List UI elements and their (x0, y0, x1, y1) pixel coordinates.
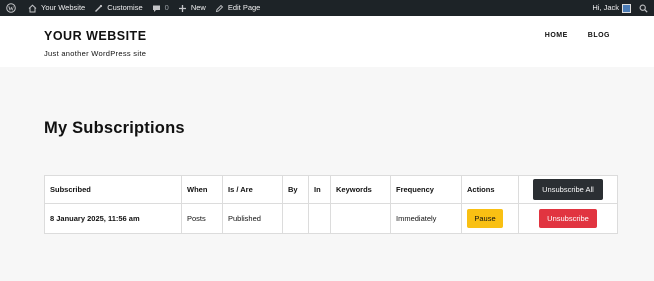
comment-icon (152, 5, 160, 12)
search-icon (639, 4, 648, 13)
new-content-link[interactable]: New (178, 0, 206, 16)
customise-link[interactable]: Customise (94, 0, 143, 16)
site-name-link[interactable]: Your Website (28, 0, 85, 16)
comments-link[interactable]: 0 (152, 0, 169, 16)
nav-item-blog[interactable]: BLOG (588, 32, 610, 39)
cell-frequency: Immediately (390, 203, 462, 234)
nav-item-home[interactable]: HOME (545, 32, 568, 39)
home-icon (28, 4, 37, 12)
unsubscribe-button[interactable]: Unsubscribe (539, 209, 597, 228)
header-unsubscribe-all-cell: Unsubscribe All (518, 175, 618, 204)
svg-text:W: W (8, 6, 14, 12)
wordpress-icon: W (6, 3, 16, 13)
pencil-icon (215, 4, 223, 12)
cell-in (308, 203, 331, 234)
avatar (622, 3, 631, 13)
cell-is-are: Published (222, 203, 283, 234)
site-title[interactable]: YOUR WEBSITE (44, 29, 147, 43)
cell-keywords (330, 203, 391, 234)
cell-when: Posts (181, 203, 223, 234)
plus-icon (178, 4, 186, 12)
header-subscribed: Subscribed (44, 175, 182, 204)
cell-subscribed: 8 January 2025, 11:56 am (44, 203, 182, 234)
wordpress-logo-menu[interactable]: W (6, 3, 20, 13)
edit-page-label: Edit Page (227, 3, 261, 12)
primary-nav: HOME BLOG (525, 32, 610, 39)
header-by: By (282, 175, 309, 204)
header-keywords: Keywords (330, 175, 391, 204)
unsubscribe-all-button[interactable]: Unsubscribe All (533, 179, 603, 200)
new-label: New (190, 3, 206, 12)
cell-by (282, 203, 309, 234)
cell-actions: Pause (461, 203, 519, 234)
comments-count: 0 (164, 3, 169, 12)
customise-label: Customise (107, 3, 143, 12)
page-title: My Subscriptions (44, 119, 185, 137)
edit-page-link[interactable]: Edit Page (215, 0, 261, 16)
cell-unsubscribe: Unsubscribe (518, 203, 618, 234)
header-is-are: Is / Are (222, 175, 283, 204)
pause-button[interactable]: Pause (467, 209, 503, 228)
my-account-link[interactable]: Hi, Jack (592, 0, 639, 16)
header-when: When (181, 175, 223, 204)
site-header: YOUR WEBSITE Just another WordPress site… (0, 16, 654, 67)
search-button[interactable] (639, 4, 648, 13)
admin-bar: W Your Website Customise 0 New Edit Page (0, 0, 654, 16)
header-in: In (308, 175, 331, 204)
site-tagline: Just another WordPress site (44, 49, 147, 58)
table-row: 8 January 2025, 11:56 am Posts Published… (44, 203, 618, 234)
site-name-label: Your Website (41, 3, 86, 12)
header-frequency: Frequency (390, 175, 462, 204)
subscriptions-table: Subscribed When Is / Are By In Keywords … (44, 175, 618, 234)
table-header-row: Subscribed When Is / Are By In Keywords … (44, 175, 618, 204)
header-actions: Actions (461, 175, 519, 204)
brush-icon (95, 4, 103, 12)
greeting-label: Hi, Jack (592, 3, 619, 12)
